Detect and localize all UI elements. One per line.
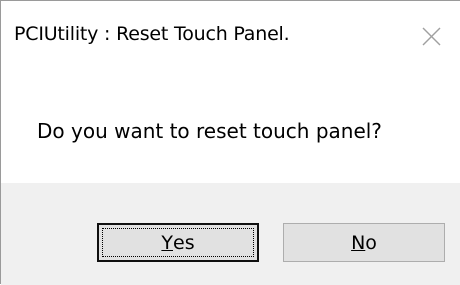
button-bar: Yes No [1,183,460,285]
no-button[interactable]: No [283,223,445,262]
no-button-mnemonic: N [351,231,366,254]
no-button-label: o [365,231,377,254]
yes-button[interactable]: Yes [97,223,259,262]
dialog-body: Do you want to reset touch panel? [1,67,460,183]
yes-button-label: es [173,231,195,254]
close-button[interactable] [413,19,449,53]
dialog-message: Do you want to reset touch panel? [37,119,382,143]
yes-button-mnemonic: Y [161,231,173,254]
message-dialog: PCIUtility : Reset Touch Panel. Do you w… [0,0,460,285]
title-bar: PCIUtility : Reset Touch Panel. [1,1,460,67]
window-title: PCIUtility : Reset Touch Panel. [14,23,290,45]
close-icon [422,27,441,46]
